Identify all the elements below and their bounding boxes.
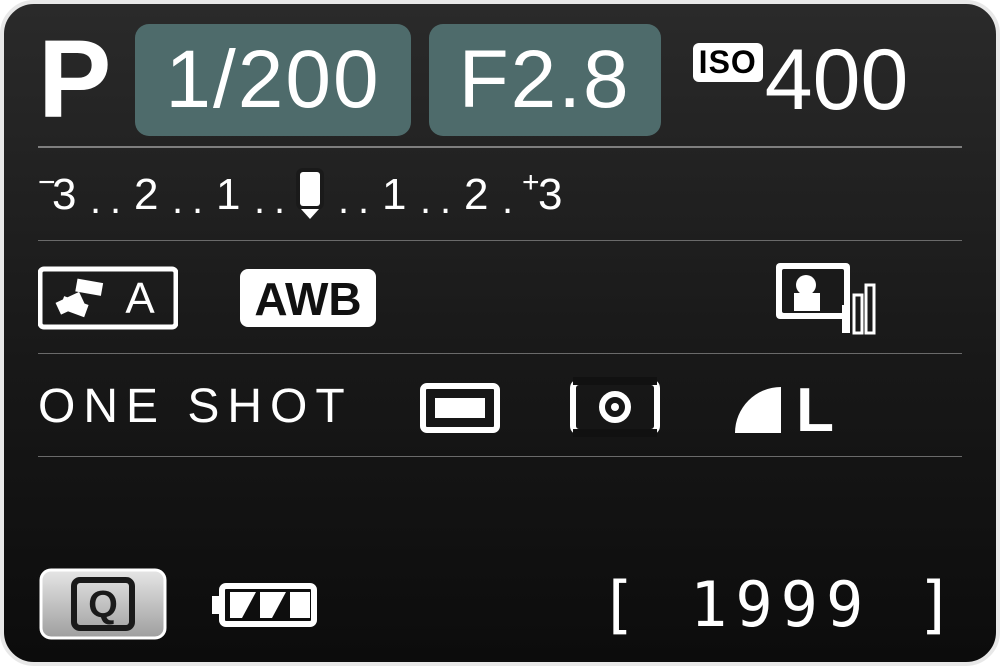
quick-control-button[interactable]: Q <box>38 567 168 641</box>
divider <box>38 240 962 241</box>
battery-icon <box>212 576 330 632</box>
large-fine-quality-icon[interactable]: L <box>727 371 847 441</box>
svg-text:AWB: AWB <box>254 273 361 325</box>
divider <box>38 146 962 148</box>
evaluative-metering-icon[interactable] <box>567 374 663 438</box>
single-shot-drive-icon[interactable] <box>417 376 503 436</box>
svg-text:A: A <box>125 274 155 323</box>
exp-minus-2: 2 <box>134 170 158 220</box>
exp-minus-3: 3 <box>52 170 76 220</box>
iso-badge-icon: ISO <box>693 43 763 82</box>
af-mode[interactable]: ONE SHOT <box>38 379 353 434</box>
settings-row-2: ONE SHOT L <box>38 366 962 446</box>
picture-style-icon[interactable]: A <box>38 263 178 333</box>
settings-row-1: A AWB <box>38 253 962 343</box>
awb-icon[interactable]: AWB <box>238 265 378 331</box>
iso-setting[interactable]: ISO 400 <box>693 37 909 123</box>
aperture[interactable]: F2.8 <box>429 24 661 136</box>
shooting-mode[interactable]: P <box>38 25 111 135</box>
shots-remaining: [ 1999 ] <box>599 568 962 641</box>
exposure-row: P 1/200 F2.8 ISO 400 <box>38 24 962 136</box>
exposure-indicator-icon <box>300 172 320 206</box>
exp-plus-1: 1 <box>382 170 406 220</box>
exp-plus-sign: + <box>522 166 540 200</box>
exp-plus-2: 2 <box>464 170 488 220</box>
svg-text:L: L <box>796 376 834 441</box>
exp-minus-1: 1 <box>216 170 240 220</box>
iso-value: 400 <box>765 37 909 123</box>
status-row: Q [ 1999 ] <box>38 564 962 644</box>
divider <box>38 456 962 457</box>
camera-info-screen: P 1/200 F2.8 ISO 400 − 3 . . 2 . . 1 . .… <box>0 0 1000 666</box>
auto-lighting-optimizer-icon[interactable] <box>772 259 882 337</box>
divider <box>38 353 962 354</box>
exposure-scale-track: − 3 . . 2 . . 1 . . . . 1 . . 2 . + 3 <box>38 166 962 226</box>
exposure-compensation-scale[interactable]: − 3 . . 2 . . 1 . . . . 1 . . 2 . + 3 <box>38 162 962 230</box>
shutter-speed[interactable]: 1/200 <box>135 24 410 136</box>
exp-plus-3: 3 <box>538 170 562 220</box>
svg-text:Q: Q <box>88 584 118 626</box>
